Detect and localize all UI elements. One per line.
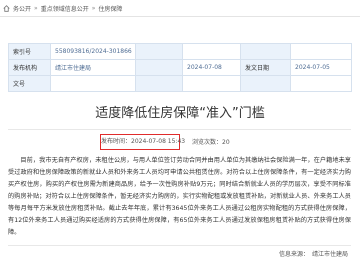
publish-time-value: 2024-07-08 15:43 bbox=[131, 138, 186, 145]
view-count: 浏览次数：20 bbox=[192, 136, 230, 150]
index-label: 索引号 bbox=[8, 43, 51, 60]
table-row: 文号 bbox=[8, 75, 352, 92]
empty-value-cell bbox=[290, 75, 352, 92]
source-label: 信息来源： bbox=[278, 251, 309, 258]
publisher-value: 靖江市住建局 bbox=[50, 59, 136, 76]
empty-label-cell bbox=[135, 59, 183, 76]
home-icon bbox=[3, 4, 10, 12]
publish-time-label: 发布时间： bbox=[101, 138, 132, 145]
table-row: 发布机构 靖江市住建局 2024-07-08 发文日期 2024-07-05 bbox=[8, 59, 352, 76]
article-info-bar: 发布时间：2024-07-08 15:43 浏览次数：20 bbox=[0, 134, 360, 151]
breadcrumb-separator: » bbox=[91, 4, 96, 12]
empty-label-cell bbox=[135, 43, 183, 60]
publisher-label: 发布机构 bbox=[8, 59, 51, 76]
breadcrumb-separator: » bbox=[34, 4, 38, 12]
empty-value-cell bbox=[182, 43, 241, 60]
info-source: 信息来源： 靖江市住建局 bbox=[279, 250, 348, 260]
empty-value-cell bbox=[290, 43, 352, 60]
table-row: 索引号 558093816/2024-301866 bbox=[8, 43, 352, 60]
title-divider bbox=[8, 129, 351, 130]
view-count-value: 20 bbox=[222, 138, 230, 146]
breadcrumb-item-key-areas[interactable]: 重点领域信息公开 bbox=[41, 4, 89, 13]
doc-no-value bbox=[50, 75, 136, 92]
breadcrumb-item-gov-affairs[interactable]: 务公开 bbox=[13, 4, 31, 13]
header-divider bbox=[0, 16, 360, 17]
issue-date-label: 发文日期 bbox=[240, 59, 291, 76]
empty-label-cell bbox=[240, 75, 291, 92]
index-value: 558093816/2024-301866 bbox=[50, 43, 136, 60]
source-value: 靖江市住建局 bbox=[311, 251, 348, 258]
highlight-box: 发布时间：2024-07-08 15:43 bbox=[100, 134, 185, 150]
article-title: 适度降低住房保障“准入”门槛 bbox=[95, 106, 265, 121]
view-count-label: 浏览次数： bbox=[192, 138, 223, 146]
footer-divider bbox=[8, 245, 351, 246]
empty-label-cell bbox=[135, 75, 183, 92]
generated-date-value: 2024-07-08 bbox=[182, 59, 241, 76]
article-body: 目前，我市无自有产权房，未租住公房，与用人单位签订劳动合同并由用人单位为其缴纳社… bbox=[8, 157, 351, 236]
breadcrumb-item-housing[interactable]: 住房保障 bbox=[98, 4, 122, 13]
doc-no-label: 文号 bbox=[8, 75, 51, 92]
empty-value-cell bbox=[182, 75, 241, 92]
issue-date-value: 2024-07-05 bbox=[290, 59, 352, 76]
info-table: 索引号 558093816/2024-301866 发布机构 靖江市住建局 20… bbox=[8, 43, 352, 92]
breadcrumb: 务公开 » 重点领域信息公开 » 住房保障 bbox=[3, 2, 122, 14]
empty-label-cell bbox=[240, 43, 291, 60]
